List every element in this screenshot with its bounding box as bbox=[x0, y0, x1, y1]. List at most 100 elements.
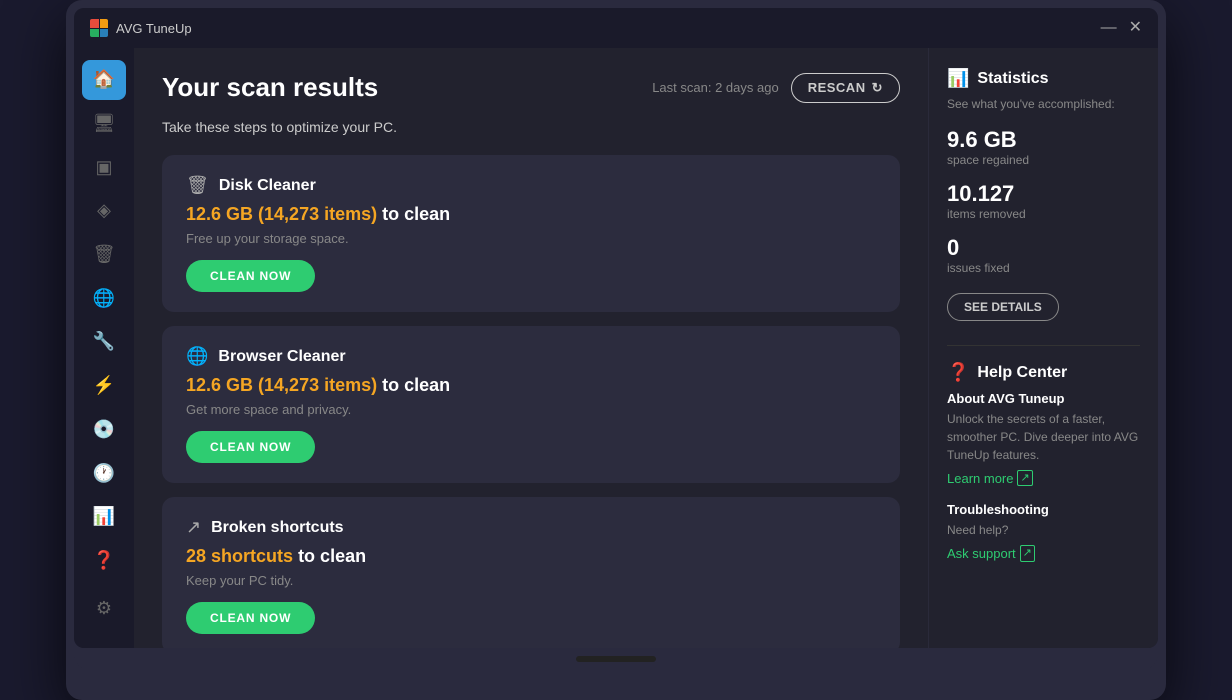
space-regained-label: space regained bbox=[947, 153, 1140, 167]
learn-more-label: Learn more bbox=[947, 471, 1013, 486]
help-item-troubleshooting: Troubleshooting Need help? Ask support ↗ bbox=[947, 502, 1140, 561]
laptop-bottom bbox=[74, 648, 1158, 670]
sidebar-item-history[interactable]: 🕐 bbox=[82, 453, 126, 493]
sidebar-item-settings[interactable]: ⚙ bbox=[82, 588, 126, 628]
help-trouble-desc: Need help? bbox=[947, 521, 1140, 539]
help-about-title: About AVG Tuneup bbox=[947, 391, 1140, 406]
browser-cleaner-button[interactable]: CLEAN NOW bbox=[186, 431, 315, 463]
sidebar-item-hardware[interactable]: ◈ bbox=[82, 191, 126, 231]
sidebar: 🏠 🖥 ▣ ◈ 🗑 🌐 🔧 bbox=[74, 48, 134, 648]
issues-fixed-label: issues fixed bbox=[947, 261, 1140, 275]
help-center-section: ❓ Help Center About AVG Tuneup Unlock th… bbox=[947, 362, 1140, 562]
settings-icon: ⚙ bbox=[96, 598, 112, 619]
browser-cleaner-amount: 12.6 GB (14,273 items) to clean bbox=[186, 375, 876, 396]
panel-divider bbox=[947, 345, 1140, 346]
broken-shortcuts-header: ↗ Broken shortcuts bbox=[186, 517, 876, 538]
disk-cleaner-normal: to clean bbox=[382, 204, 450, 224]
issues-fixed-stat: 0 issues fixed bbox=[947, 235, 1140, 275]
browser-cleaner-highlight: 12.6 GB (14,273 items) bbox=[186, 375, 377, 395]
laptop-wrapper: AVG TuneUp — ✕ 🏠 🖥 ▣ ◈ bbox=[66, 0, 1166, 700]
sidebar-item-monitor[interactable]: 🖥 bbox=[82, 104, 126, 144]
statistics-icon: 📊 bbox=[947, 68, 969, 89]
sidebar-item-cleaner[interactable]: ⚡ bbox=[82, 366, 126, 406]
tools-icon: 🔧 bbox=[93, 331, 115, 352]
sidebar-item-trash[interactable]: 🗑 bbox=[82, 235, 126, 275]
disk-cleaner-title: Disk Cleaner bbox=[219, 177, 316, 195]
right-panel: 📊 Statistics See what you've accomplishe… bbox=[928, 48, 1158, 648]
browser-cleaner-desc: Get more space and privacy. bbox=[186, 402, 876, 417]
disk-cleaner-highlight: 12.6 GB (14,273 items) bbox=[186, 204, 377, 224]
issues-fixed-value: 0 bbox=[947, 235, 1140, 261]
storage-icon: ▣ bbox=[95, 157, 112, 178]
broken-shortcuts-icon: ↗ bbox=[186, 517, 201, 538]
driver-icon: 💿 bbox=[93, 419, 115, 440]
see-details-button[interactable]: SEE DETAILS bbox=[947, 293, 1059, 321]
broken-shortcuts-highlight: 28 shortcuts bbox=[186, 546, 293, 566]
ask-support-external-icon: ↗ bbox=[1020, 545, 1035, 561]
statistics-section: 📊 Statistics See what you've accomplishe… bbox=[947, 68, 1140, 321]
app-title: AVG TuneUp bbox=[116, 21, 192, 36]
help-trouble-title: Troubleshooting bbox=[947, 502, 1140, 517]
broken-shortcuts-button[interactable]: CLEAN NOW bbox=[186, 602, 315, 634]
help-about-desc: Unlock the secrets of a faster, smoother… bbox=[947, 410, 1140, 464]
disk-cleaner-header: 🗑 Disk Cleaner bbox=[186, 175, 876, 196]
browser-cleaner-header: 🌐 Browser Cleaner bbox=[186, 346, 876, 367]
help-icon: ❓ bbox=[93, 550, 115, 571]
sidebar-item-browser[interactable]: 🌐 bbox=[82, 278, 126, 318]
broken-shortcuts-title: Broken shortcuts bbox=[211, 519, 343, 537]
minimize-button[interactable]: — bbox=[1101, 20, 1117, 36]
page-title: Your scan results bbox=[162, 72, 378, 103]
disk-cleaner-amount: 12.6 GB (14,273 items) to clean bbox=[186, 204, 876, 225]
statistics-subtitle: See what you've accomplished: bbox=[947, 97, 1140, 111]
disk-cleaner-icon: 🗑 bbox=[186, 175, 209, 196]
sidebar-item-stats[interactable]: 📊 bbox=[82, 497, 126, 537]
ask-support-label: Ask support bbox=[947, 546, 1016, 561]
space-regained-stat: 9.6 GB space regained bbox=[947, 127, 1140, 167]
rescan-icon: ↻ bbox=[872, 80, 883, 96]
home-icon: 🏠 bbox=[93, 69, 115, 90]
close-button[interactable]: ✕ bbox=[1129, 20, 1142, 36]
sidebar-item-home[interactable]: 🏠 bbox=[82, 60, 126, 100]
sidebar-item-driver[interactable]: 💿 bbox=[82, 410, 126, 450]
sidebar-item-storage[interactable]: ▣ bbox=[82, 147, 126, 187]
laptop-screen: AVG TuneUp — ✕ 🏠 🖥 ▣ ◈ bbox=[74, 8, 1158, 648]
disk-cleaner-desc: Free up your storage space. bbox=[186, 231, 876, 246]
items-removed-label: items removed bbox=[947, 207, 1140, 221]
items-removed-stat: 10.127 items removed bbox=[947, 181, 1140, 221]
help-center-header: ❓ Help Center bbox=[947, 362, 1140, 383]
statistics-header: 📊 Statistics bbox=[947, 68, 1140, 89]
disk-cleaner-button[interactable]: CLEAN NOW bbox=[186, 260, 315, 292]
window-controls: — ✕ bbox=[1101, 20, 1142, 36]
sidebar-item-tools[interactable]: 🔧 bbox=[82, 322, 126, 362]
ask-support-link[interactable]: Ask support ↗ bbox=[947, 545, 1140, 561]
sidebar-item-help[interactable]: ❓ bbox=[82, 541, 126, 581]
broken-shortcuts-normal: to clean bbox=[298, 546, 366, 566]
space-regained-value: 9.6 GB bbox=[947, 127, 1140, 153]
browser-cleaner-title: Browser Cleaner bbox=[218, 348, 345, 366]
rescan-label: RESCAN bbox=[808, 80, 866, 95]
hardware-icon: ◈ bbox=[97, 200, 111, 221]
broken-shortcuts-amount: 28 shortcuts to clean bbox=[186, 546, 876, 567]
external-link-icon: ↗ bbox=[1017, 470, 1032, 486]
browser-cleaner-normal: to clean bbox=[382, 375, 450, 395]
page-header: Your scan results Last scan: 2 days ago … bbox=[162, 72, 900, 103]
broken-shortcuts-desc: Keep your PC tidy. bbox=[186, 573, 876, 588]
help-center-title: Help Center bbox=[977, 364, 1067, 382]
disk-cleaner-card: 🗑 Disk Cleaner 12.6 GB (14,273 items) to… bbox=[162, 155, 900, 312]
stats-icon: 📊 bbox=[93, 506, 115, 527]
browser-icon: 🌐 bbox=[93, 288, 115, 309]
title-bar: AVG TuneUp — ✕ bbox=[74, 8, 1158, 48]
browser-cleaner-icon: 🌐 bbox=[186, 346, 208, 367]
header-right: Last scan: 2 days ago RESCAN ↻ bbox=[652, 73, 900, 103]
help-item-about: About AVG Tuneup Unlock the secrets of a… bbox=[947, 391, 1140, 486]
learn-more-link[interactable]: Learn more ↗ bbox=[947, 470, 1140, 486]
trash-icon: 🗑 bbox=[93, 244, 116, 265]
statistics-title: Statistics bbox=[977, 70, 1048, 88]
app-body: 🏠 🖥 ▣ ◈ 🗑 🌐 🔧 bbox=[74, 48, 1158, 648]
laptop-notch bbox=[576, 656, 656, 662]
app-logo bbox=[90, 19, 108, 37]
rescan-button[interactable]: RESCAN ↻ bbox=[791, 73, 900, 103]
browser-cleaner-card: 🌐 Browser Cleaner 12.6 GB (14,273 items)… bbox=[162, 326, 900, 483]
broken-shortcuts-card: ↗ Broken shortcuts 28 shortcuts to clean… bbox=[162, 497, 900, 648]
last-scan-label: Last scan: 2 days ago bbox=[652, 80, 778, 95]
